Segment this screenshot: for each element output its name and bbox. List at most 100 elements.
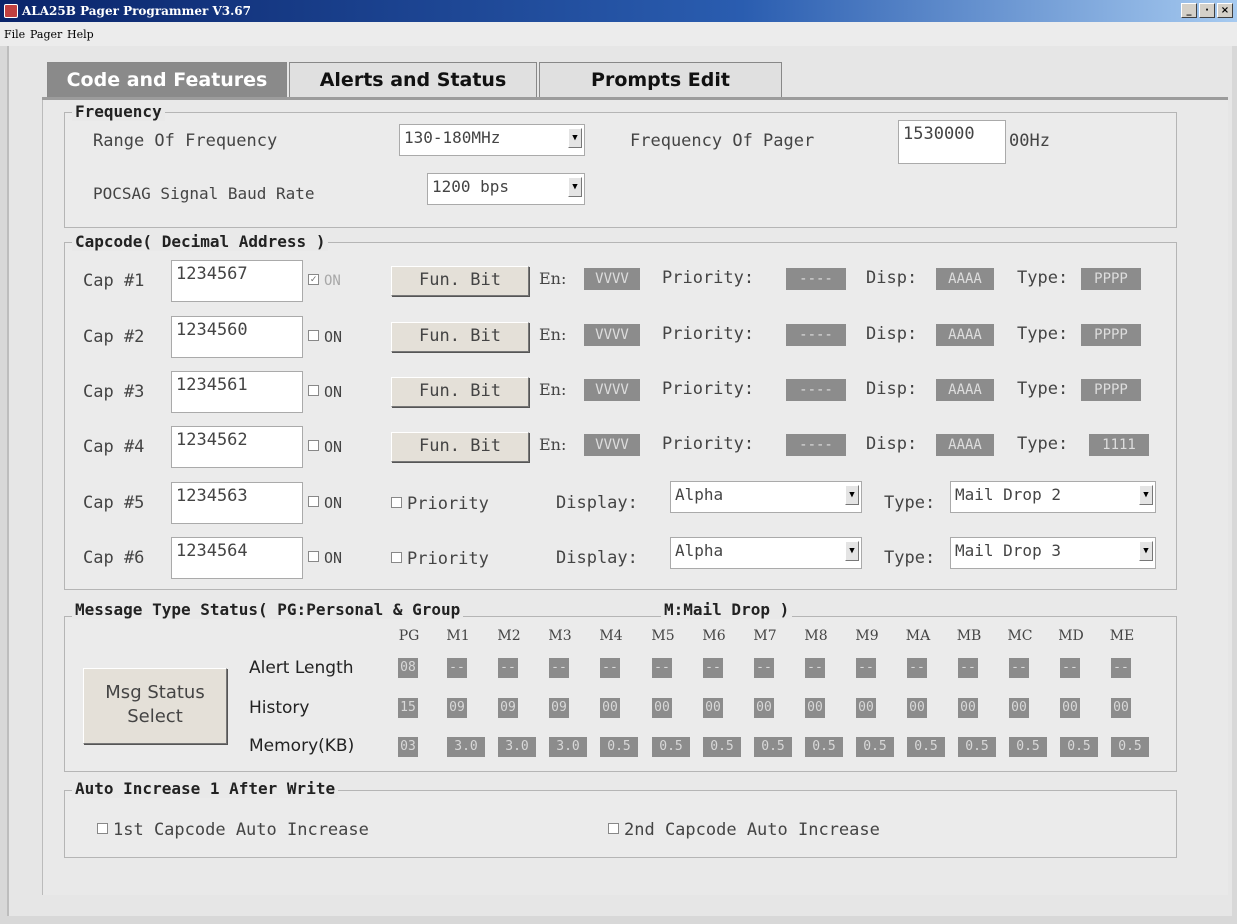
tab-code-and-features[interactable]: Code and Features <box>47 62 287 98</box>
display-value: Alpha <box>675 485 724 504</box>
funbit-button[interactable]: Fun. Bit <box>391 322 529 352</box>
column-header: M2 <box>497 628 521 644</box>
en-value: VVVV <box>584 268 640 290</box>
status-cell: 09 <box>549 698 569 718</box>
maximize-button[interactable]: · <box>1199 3 1215 18</box>
status-cell: -- <box>856 658 876 678</box>
menu-file[interactable]: File <box>4 28 25 41</box>
checkbox-icon <box>391 551 402 563</box>
history-label: History <box>249 698 310 718</box>
en-label: En: <box>539 269 567 288</box>
status-cell: -- <box>1060 658 1080 678</box>
menu-pager[interactable]: Pager <box>30 28 62 41</box>
chevron-down-icon[interactable]: ▼ <box>845 485 859 505</box>
funbit-button[interactable]: Fun. Bit <box>391 266 529 296</box>
cap-on-checkbox[interactable]: ON <box>308 383 342 401</box>
funbit-button[interactable]: Fun. Bit <box>391 377 529 407</box>
window-controls: _ · × <box>1181 3 1233 18</box>
column-header: M8 <box>804 628 828 644</box>
status-cell: 3.0 <box>549 737 587 757</box>
status-cell: -- <box>958 658 978 678</box>
status-cell: -- <box>1111 658 1131 678</box>
status-cell: -- <box>549 658 569 678</box>
status-cell: 00 <box>805 698 825 718</box>
chevron-down-icon[interactable]: ▼ <box>1139 485 1153 505</box>
display-select[interactable]: Alpha ▼ <box>670 481 862 513</box>
msg-status-select-button[interactable]: Msg Status Select <box>83 668 227 744</box>
on-label: ON <box>324 383 343 401</box>
type-value: Mail Drop 3 <box>955 541 1061 560</box>
capcode-title: Capcode( Decimal Address ) <box>72 232 329 251</box>
close-button[interactable]: × <box>1217 3 1233 18</box>
checkbox-icon <box>308 440 319 451</box>
chevron-down-icon[interactable]: ▼ <box>568 128 582 148</box>
chevron-down-icon[interactable]: ▼ <box>568 177 582 197</box>
status-cell: 0.5 <box>1060 737 1098 757</box>
type-label: Type: <box>1017 434 1069 454</box>
chevron-down-icon[interactable]: ▼ <box>845 541 859 561</box>
type-select[interactable]: Mail Drop 2 ▼ <box>950 481 1156 513</box>
en-label: En: <box>539 325 567 344</box>
second-auto-increase-checkbox[interactable]: 2nd Capcode Auto Increase <box>608 820 880 840</box>
column-header: M1 <box>446 628 470 644</box>
funbit-button[interactable]: Fun. Bit <box>391 432 529 462</box>
baud-label: POCSAG Signal Baud Rate <box>93 184 315 203</box>
column-header: M5 <box>651 628 675 644</box>
status-cell: 00 <box>856 698 876 718</box>
capcode-input[interactable]: 1234564 <box>171 537 303 579</box>
checkbox-icon <box>308 330 319 341</box>
capcode-input[interactable]: 1234563 <box>171 482 303 524</box>
en-label: En: <box>539 380 567 399</box>
title-bar: ALA25B Pager Programmer V3.67 _ · × <box>0 0 1237 22</box>
type-value: Mail Drop 2 <box>955 485 1061 504</box>
capcode-input[interactable]: 1234560 <box>171 316 303 358</box>
type-label: Type: <box>884 548 936 568</box>
status-cell: -- <box>805 658 825 678</box>
capcode-input[interactable]: 1234567 <box>171 260 303 302</box>
cap-label: Cap #6 <box>83 548 145 568</box>
pager-freq-input[interactable]: 1530000 <box>898 120 1006 164</box>
status-cell: 00 <box>907 698 927 718</box>
cap-on-checkbox[interactable]: ON <box>308 328 342 346</box>
cap-on-checkbox[interactable]: ON <box>308 438 342 456</box>
frequency-group <box>64 112 1177 228</box>
baud-select[interactable]: 1200 bps ▼ <box>427 173 585 205</box>
menu-help[interactable]: Help <box>67 28 94 41</box>
priority-value: ---- <box>786 434 846 456</box>
cap-on-checkbox[interactable]: ON <box>308 549 342 567</box>
minimize-button[interactable]: _ <box>1181 3 1197 18</box>
type-select[interactable]: Mail Drop 3 ▼ <box>950 537 1156 569</box>
column-header: MD <box>1058 628 1084 644</box>
disp-value: AAAA <box>936 324 994 346</box>
column-header: ME <box>1109 628 1135 644</box>
cap-on-checkbox[interactable]: ✓ ON <box>308 273 341 289</box>
status-cell: 00 <box>1060 698 1080 718</box>
chevron-down-icon[interactable]: ▼ <box>1139 541 1153 561</box>
cap-on-checkbox[interactable]: ON <box>308 494 342 512</box>
priority-check-label: Priority <box>407 549 489 569</box>
status-cell: 00 <box>652 698 672 718</box>
disp-value: AAAA <box>936 379 994 401</box>
status-cell: 00 <box>1009 698 1029 718</box>
type-label: Type: <box>1017 324 1069 344</box>
first-auto-increase-checkbox[interactable]: 1st Capcode Auto Increase <box>97 820 369 840</box>
capcode-input[interactable]: 1234561 <box>171 371 303 413</box>
capcode-input[interactable]: 1234562 <box>171 426 303 468</box>
status-cell: 09 <box>447 698 467 718</box>
column-header: M9 <box>855 628 879 644</box>
priority-checkbox[interactable]: Priority <box>391 494 489 514</box>
priority-label: Priority: <box>662 324 755 344</box>
status-cell: 0.5 <box>754 737 792 757</box>
baud-value: 1200 bps <box>432 177 510 196</box>
msgstatus-title: Message Type Status( PG:Personal & Group <box>72 600 464 619</box>
priority-checkbox[interactable]: Priority <box>391 549 489 569</box>
type-label: Type: <box>1017 379 1069 399</box>
tab-alerts-and-status[interactable]: Alerts and Status <box>289 62 537 98</box>
tab-prompts-edit[interactable]: Prompts Edit <box>539 62 782 98</box>
column-header: M4 <box>599 628 623 644</box>
en-value: VVVV <box>584 324 640 346</box>
display-select[interactable]: Alpha ▼ <box>670 537 862 569</box>
column-header: M6 <box>702 628 726 644</box>
range-select[interactable]: 130-180MHz ▼ <box>399 124 585 156</box>
en-label: En: <box>539 435 567 454</box>
